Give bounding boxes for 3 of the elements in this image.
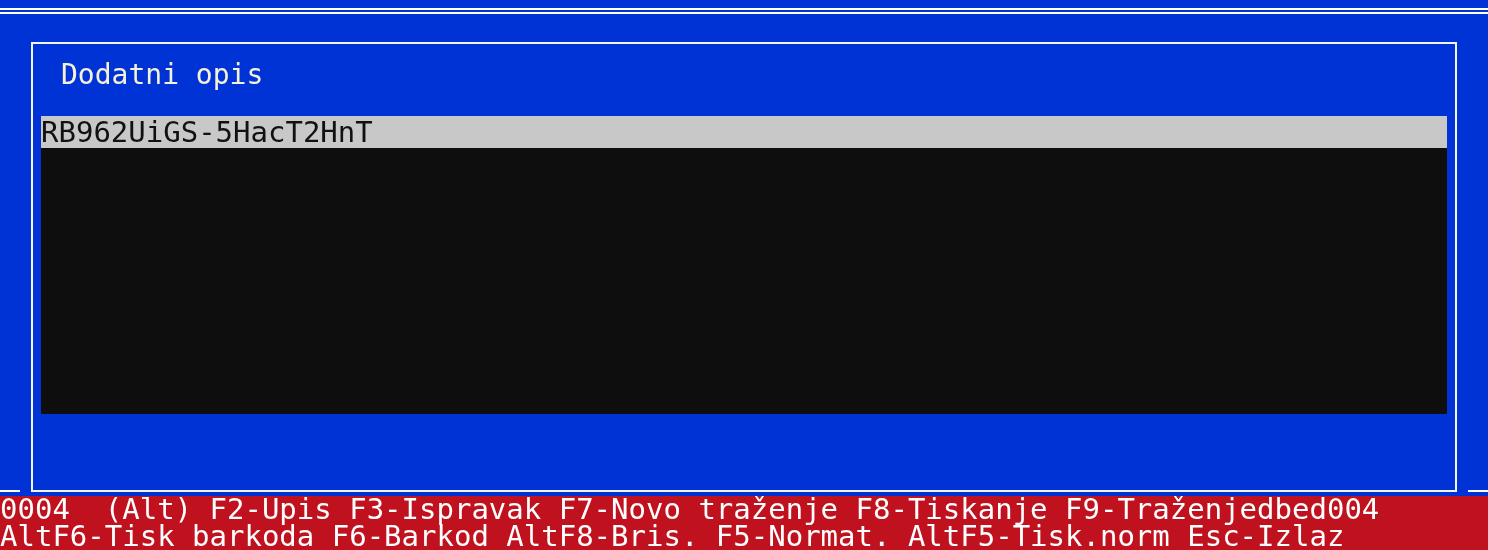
shortcut-line: 0004 (Alt) F2-Upis F3-Ispravak F7-Novo traženje F8-Tiskanje F9-Traženjedbed004 bbox=[0, 496, 1381, 523]
dialog-title: Dodatni opis bbox=[60, 57, 265, 93]
list-row[interactable]: RB962UiGS-5HacT2HnT bbox=[41, 116, 1447, 148]
